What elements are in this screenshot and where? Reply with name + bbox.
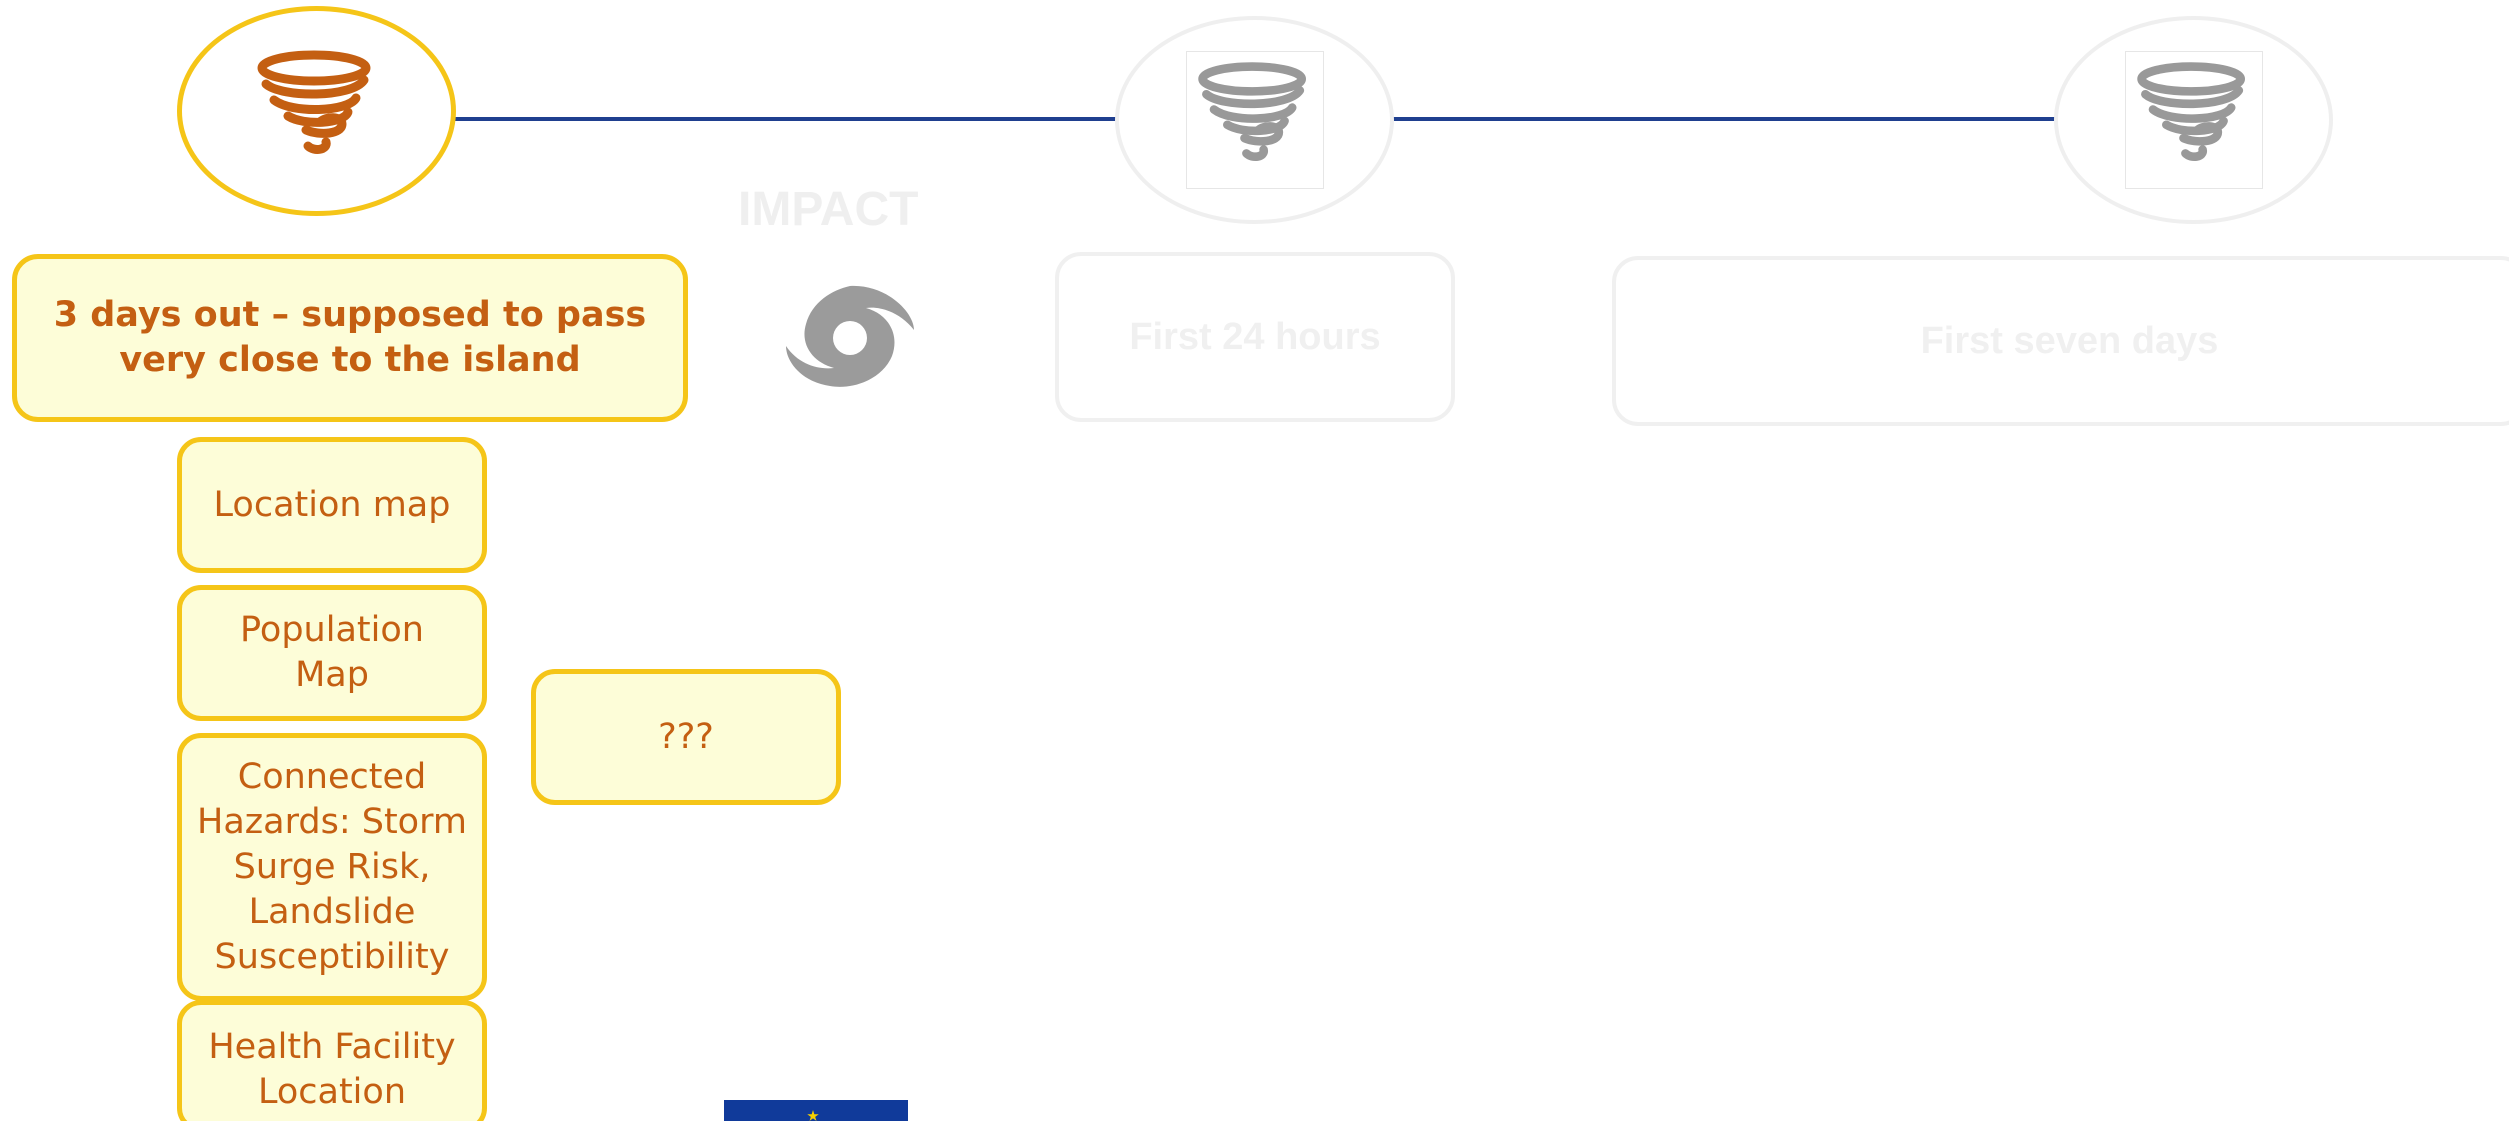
tornado-icon xyxy=(2136,62,2245,161)
population-map-card[interactable]: Population Map xyxy=(177,585,487,721)
health-facility-card[interactable]: Health Facility Location xyxy=(177,1000,487,1121)
stage-3-header[interactable]: First seven days xyxy=(1612,256,2509,426)
connected-hazards-card[interactable]: Connected Hazards: Storm Surge Risk, Lan… xyxy=(177,733,487,1001)
flag-star-icon xyxy=(807,1110,819,1121)
unknown-product-card[interactable]: ??? xyxy=(531,669,841,805)
timeline-diagram: IMPACT 3 days out – supposed to pass ver… xyxy=(0,0,2509,1121)
stage-3-icon-frame xyxy=(2124,51,2263,189)
stage-2-header[interactable]: First 24 hours xyxy=(1055,252,1455,422)
impact-label: IMPACT xyxy=(738,183,919,236)
location-map-card[interactable]: Location map xyxy=(177,437,487,573)
stage-2-icon-frame xyxy=(1185,51,1324,189)
stage-2-circle[interactable] xyxy=(1115,16,1394,224)
timeline-connector-2 xyxy=(1392,117,2056,121)
stage-1-circle[interactable] xyxy=(177,6,456,216)
tornado-icon xyxy=(257,50,370,154)
hurricane-icon xyxy=(786,285,914,387)
stage-3-circle[interactable] xyxy=(2054,16,2333,224)
tornado-icon xyxy=(1197,62,1306,161)
timeline-connector-1 xyxy=(452,117,1117,121)
eu-flag-logo xyxy=(724,1100,908,1121)
stage-1-header[interactable]: 3 days out – supposed to pass very close… xyxy=(12,254,688,422)
